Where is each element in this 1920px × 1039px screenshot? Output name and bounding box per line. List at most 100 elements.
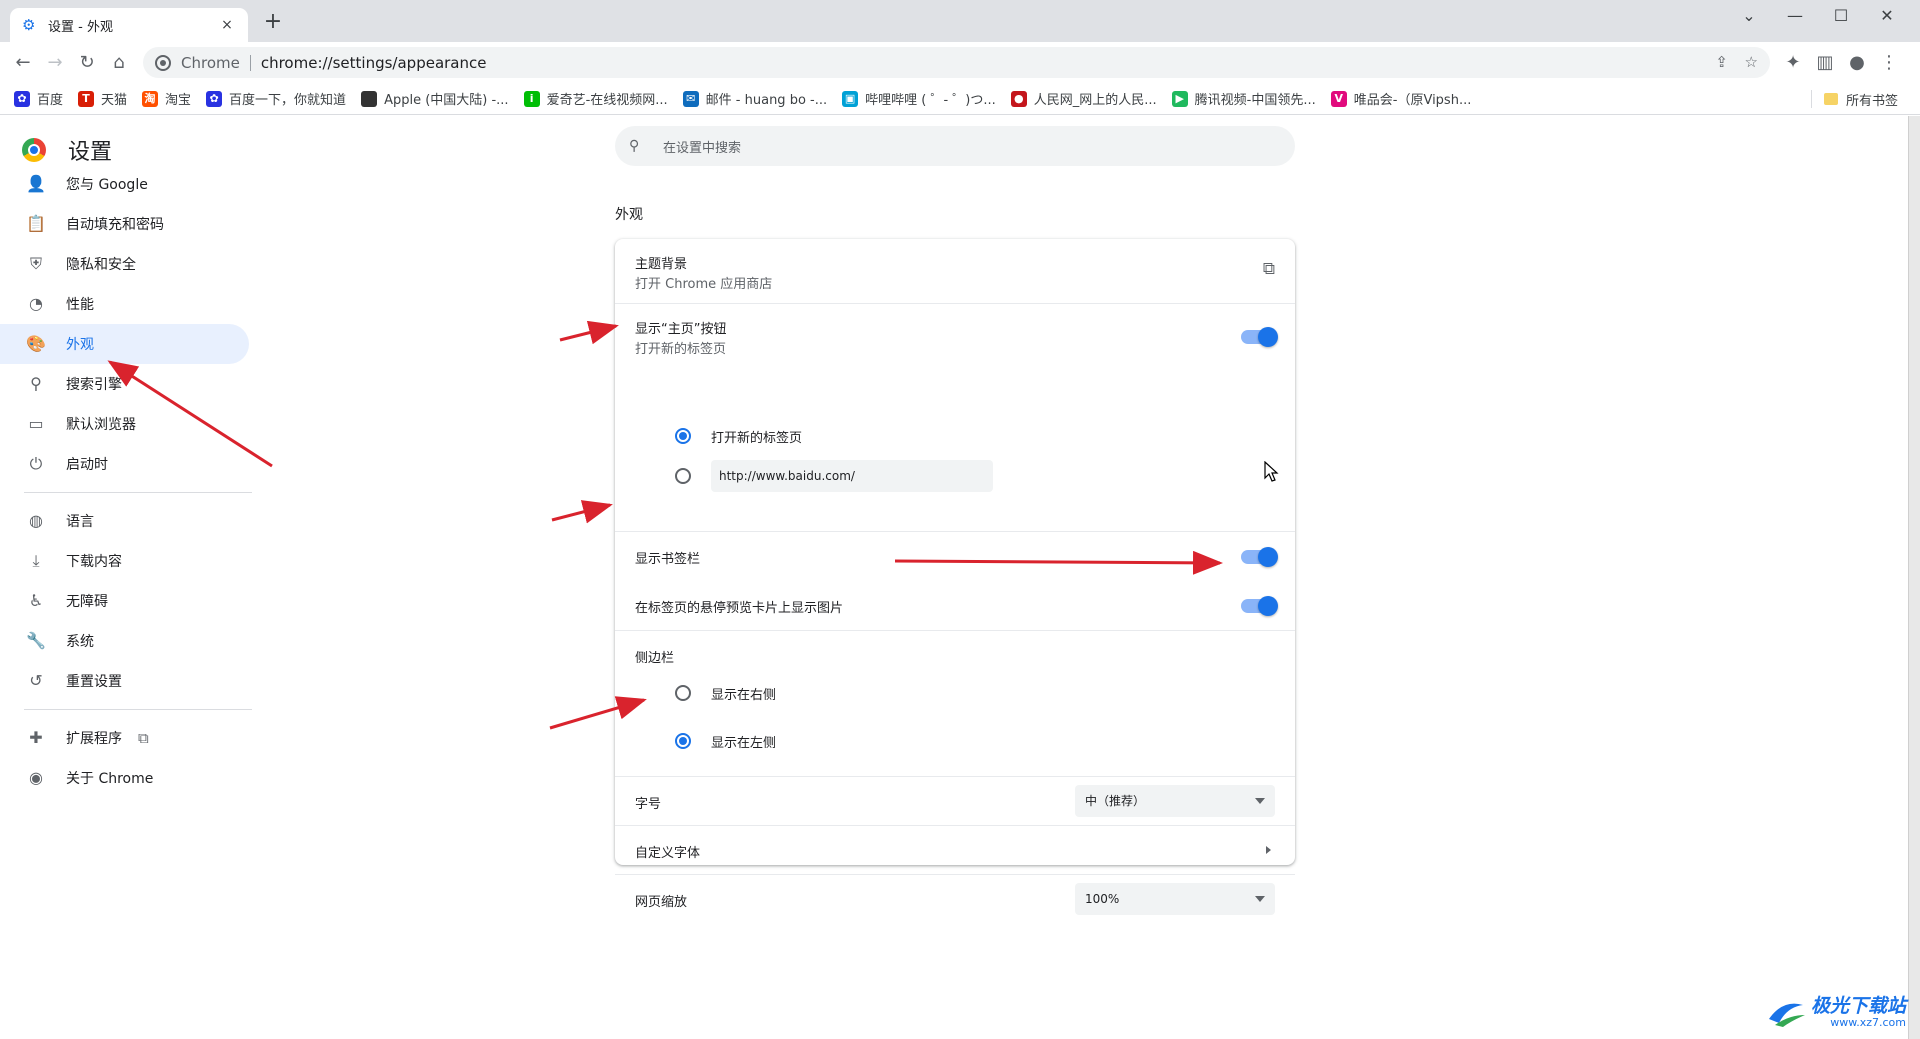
forward-icon[interactable]: → bbox=[44, 52, 66, 74]
sidebar-item-globe[interactable]: ◍ 语言 bbox=[0, 501, 249, 541]
tab-search-chevron-icon[interactable]: ⌄ bbox=[1726, 6, 1772, 30]
bookmark-item[interactable]: V 唯品会-（原Vipsh... bbox=[1330, 89, 1471, 108]
accessibility-icon: ♿ bbox=[28, 591, 44, 610]
sidebar-item-palette[interactable]: 🎨 外观 bbox=[0, 324, 249, 364]
bookmark-item[interactable]: ✉ 邮件 - huang bo -... bbox=[682, 89, 827, 108]
folder-icon bbox=[1823, 93, 1838, 105]
home-url-field[interactable]: http://www.baidu.com/ bbox=[711, 460, 993, 492]
bookmarks-bar-toggle[interactable] bbox=[1241, 547, 1278, 567]
menu-icon[interactable]: ⋮ bbox=[1878, 52, 1900, 74]
bookmark-item[interactable]: ✿ 百度一下，你就知道 bbox=[206, 89, 346, 108]
star-icon[interactable]: ☆ bbox=[1745, 53, 1758, 71]
sidebar-item-history[interactable]: ↺ 重置设置 bbox=[0, 661, 249, 701]
bookmark-item[interactable]: i 爱奇艺-在线视频网... bbox=[523, 89, 668, 108]
sidebar-item-label: 搜索引擎 bbox=[66, 377, 122, 393]
sidebar-item-label: 无障碍 bbox=[66, 594, 108, 610]
close-tab-icon[interactable]: × bbox=[218, 17, 236, 33]
side-panel-left-radio[interactable] bbox=[675, 733, 691, 749]
bookmark-item[interactable]: ▶ 腾讯视频-中国领先... bbox=[1171, 89, 1316, 108]
sidebar-item-label: 隐私和安全 bbox=[66, 257, 136, 273]
page-zoom-row: 网页缩放 100% bbox=[615, 875, 1295, 923]
theme-row[interactable]: 主题背景 打开 Chrome 应用商店 ⧉ bbox=[615, 239, 1295, 303]
bookmark-item[interactable]: ▣ 哔哩哔哩 ( ゜- ゜)つ... bbox=[842, 89, 996, 108]
home-new-tab-label: 打开新的标签页 bbox=[711, 431, 803, 446]
settings-title: 设置 bbox=[68, 140, 113, 165]
sidebar-item-shield[interactable]: ⛨ 隐私和安全 bbox=[0, 244, 249, 284]
download-icon: ⤓ bbox=[32, 551, 40, 570]
home-new-tab-radio[interactable] bbox=[675, 428, 691, 444]
sidebar-item-label: 系统 bbox=[66, 634, 94, 650]
tab-hover-row: 在标签页的悬停预览卡片上显示图片 bbox=[615, 581, 1295, 630]
tab-strip: ⚙ 设置 - 外观 × + ⌄ — ☐ ✕ bbox=[0, 0, 1920, 42]
home-button-toggle[interactable] bbox=[1241, 327, 1278, 347]
sidebar-item-label: 启动时 bbox=[66, 457, 108, 473]
sidebar-item-power[interactable]: ⏻ 启动时 bbox=[0, 444, 249, 484]
toolbar: ← → ↻ ⌂ Chrome chrome://settings/appeara… bbox=[0, 42, 1920, 83]
mail-icon: ✉ bbox=[682, 90, 699, 107]
all-bookmarks-button[interactable]: 所有书签 bbox=[1810, 83, 1898, 115]
sidebar-item-person[interactable]: 👤 您与 Google bbox=[0, 164, 249, 204]
wrench-icon: 🔧 bbox=[26, 631, 46, 650]
sidebar-item-label: 自动填充和密码 bbox=[66, 217, 164, 233]
font-size-title: 字号 bbox=[635, 797, 662, 812]
bookmark-item[interactable]: Apple (中国大陆) -... bbox=[361, 89, 509, 108]
omnibox-url[interactable]: chrome://settings/appearance bbox=[261, 54, 487, 72]
tab-hover-toggle[interactable] bbox=[1241, 596, 1278, 616]
home-icon[interactable]: ⌂ bbox=[108, 52, 130, 74]
bookmark-item[interactable]: ✿ 百度 bbox=[14, 89, 63, 108]
baidu-icon: ✿ bbox=[14, 90, 30, 107]
globe-icon: ◍ bbox=[29, 511, 43, 530]
back-icon[interactable]: ← bbox=[12, 52, 34, 74]
bookmark-label: 百度 bbox=[37, 93, 64, 108]
bookmark-item[interactable]: 淘淘宝 bbox=[142, 89, 191, 108]
bookmark-label: 爱奇艺-在线视频网... bbox=[546, 93, 668, 108]
sidebar-item-search[interactable]: ⚲ 搜索引擎 bbox=[0, 364, 249, 404]
sidebar-item-label: 您与 Google bbox=[66, 177, 148, 193]
iqiyi-icon: i bbox=[523, 90, 540, 107]
sidebar-item-label: 默认浏览器 bbox=[66, 417, 136, 433]
close-window-icon[interactable]: ✕ bbox=[1864, 6, 1910, 30]
reload-icon[interactable]: ↻ bbox=[76, 52, 98, 74]
page-zoom-title: 网页缩放 bbox=[635, 895, 688, 910]
font-size-select[interactable]: 中（推荐） bbox=[1075, 785, 1275, 817]
home-button-row: 显示“主页”按钮 打开新的标签页 bbox=[615, 304, 1295, 368]
watermark-url: www.xz7.com bbox=[1830, 1016, 1906, 1029]
tmall-icon: T bbox=[78, 90, 95, 107]
all-bookmarks-label: 所有书签 bbox=[1845, 93, 1898, 109]
browser-icon: ▭ bbox=[28, 414, 44, 433]
page-zoom-select[interactable]: 100% bbox=[1075, 883, 1275, 915]
open-external-icon[interactable]: ⧉ bbox=[1263, 259, 1275, 279]
sidebar-item-label: 关于 Chrome bbox=[66, 771, 154, 787]
extensions-icon[interactable]: ✦ bbox=[1782, 52, 1804, 74]
bookmark-item[interactable]: T 天猫 bbox=[78, 89, 127, 108]
maximize-icon[interactable]: ☐ bbox=[1818, 6, 1864, 30]
sidebar-item-clipboard[interactable]: 📋 自动填充和密码 bbox=[0, 204, 249, 244]
sidebar-item-label: 重置设置 bbox=[66, 674, 122, 690]
theme-subtitle: 打开 Chrome 应用商店 bbox=[635, 277, 773, 292]
puzzle-icon: ✚ bbox=[29, 728, 43, 747]
sidebar-item-chrome[interactable]: ◉ 关于 Chrome bbox=[0, 758, 249, 798]
bookmark-item[interactable]: ● 人民网_网上的人民... bbox=[1010, 89, 1157, 108]
custom-fonts-row[interactable]: 自定义字体 bbox=[615, 826, 1295, 874]
sidebar-item-browser[interactable]: ▭ 默认浏览器 bbox=[0, 404, 249, 444]
profile-icon[interactable]: ● bbox=[1846, 52, 1868, 74]
sidebar-item-download[interactable]: ⤓ 下载内容 bbox=[0, 541, 249, 581]
bookmarks-bar-row: 显示书签栏 bbox=[615, 532, 1295, 581]
nav-divider bbox=[24, 709, 252, 710]
tab-settings[interactable]: ⚙ 设置 - 外观 × bbox=[10, 8, 248, 42]
share-icon[interactable]: ⇪ bbox=[1715, 53, 1728, 71]
home-custom-url-radio[interactable] bbox=[675, 468, 691, 484]
vip-icon: V bbox=[1330, 90, 1347, 107]
sidebar-item-wrench[interactable]: 🔧 系统 bbox=[0, 621, 249, 661]
minimize-icon[interactable]: — bbox=[1772, 6, 1818, 30]
bookmarks-separator bbox=[1810, 90, 1812, 108]
sidebar-item-speedometer[interactable]: ◔ 性能 bbox=[0, 284, 249, 324]
settings-search-input[interactable]: ⚲ 在设置中搜索 bbox=[615, 126, 1295, 166]
new-tab-button[interactable]: + bbox=[262, 11, 284, 34]
sidebar-item-puzzle[interactable]: ✚ 扩展程序 ⧉ bbox=[0, 718, 249, 758]
side-panel-right-radio[interactable] bbox=[675, 685, 691, 701]
side-panel-icon[interactable]: ▥ bbox=[1814, 52, 1836, 74]
omnibox[interactable]: Chrome chrome://settings/appearance ⇪ ☆ bbox=[143, 47, 1770, 78]
sidebar-item-accessibility[interactable]: ♿ 无障碍 bbox=[0, 581, 249, 621]
bilibili-icon: ▣ bbox=[842, 90, 859, 107]
